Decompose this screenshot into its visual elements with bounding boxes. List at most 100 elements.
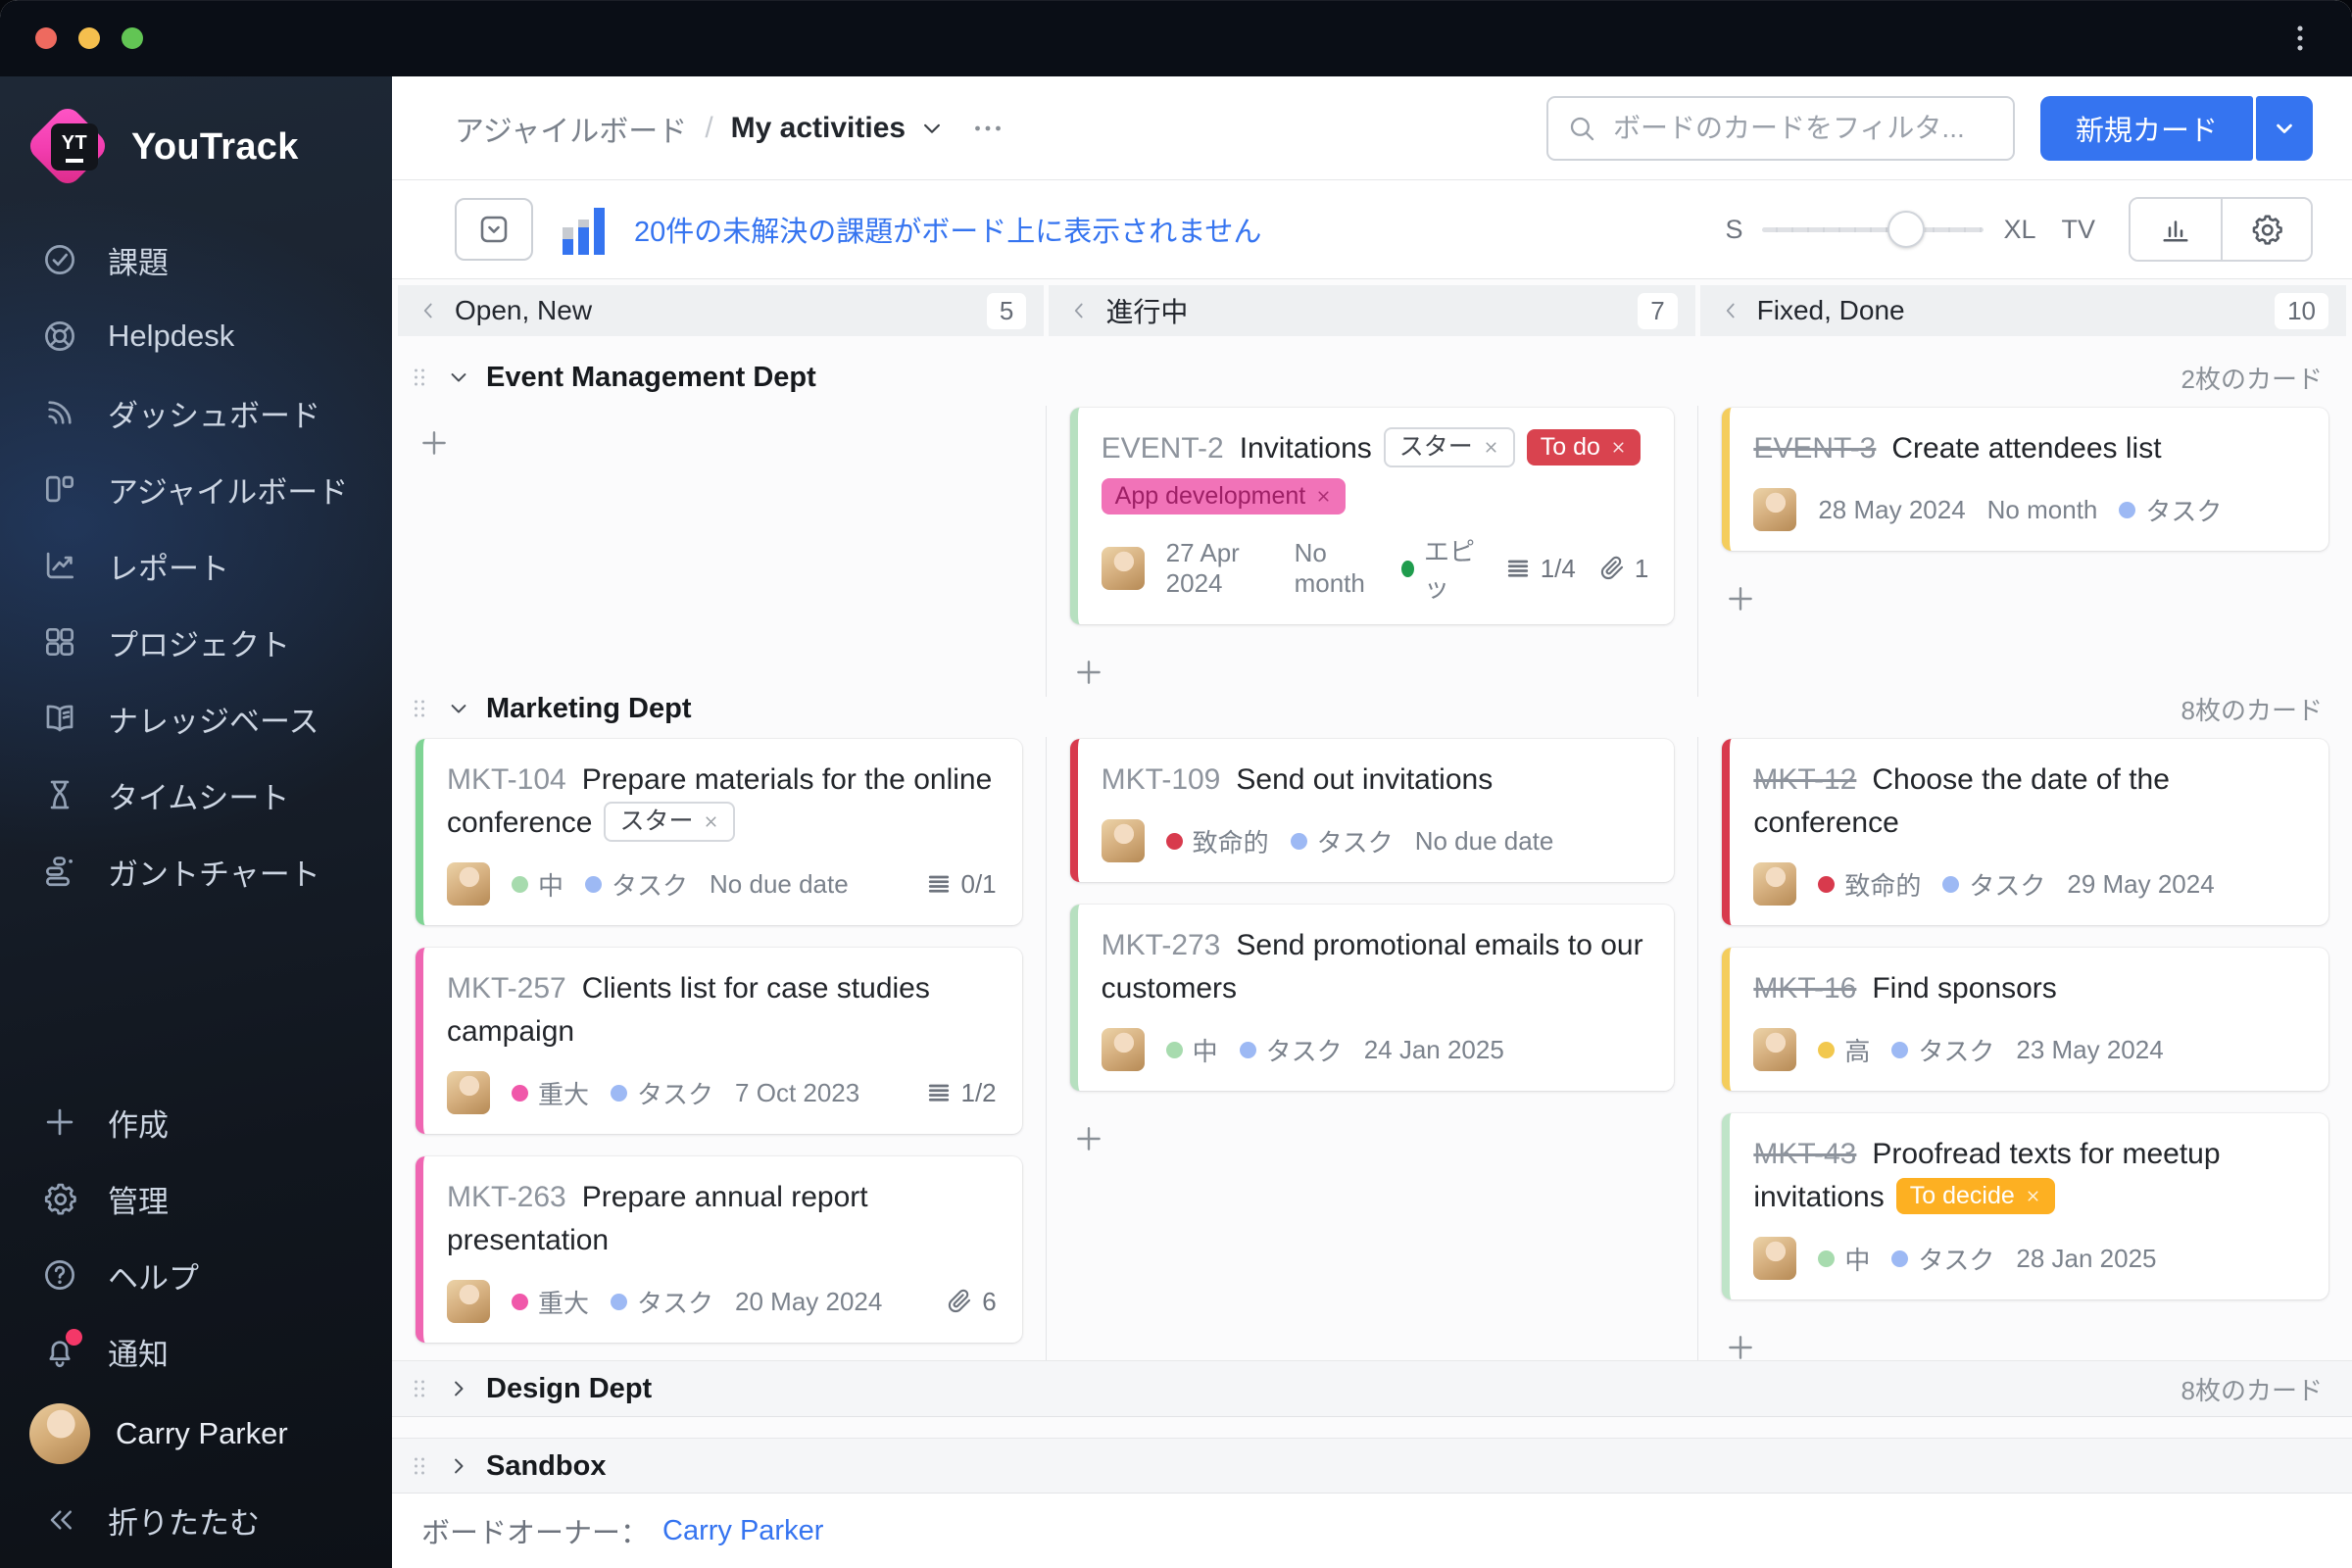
swimlane-card-count: 2枚のカード: [2180, 364, 2323, 394]
drag-handle-icon[interactable]: [408, 693, 431, 724]
sidebar-collapse-button[interactable]: 折りたたむ: [0, 1478, 392, 1562]
card-field: 致命的: [1165, 823, 1269, 859]
card-id[interactable]: MKT-257: [447, 972, 566, 1004]
close-icon[interactable]: [1610, 439, 1627, 456]
kebab-vertical-icon[interactable]: [2283, 22, 2317, 55]
tag-chip[interactable]: スター: [604, 802, 736, 842]
checklist-icon: [924, 1078, 954, 1107]
sidebar-item-projects[interactable]: プロジェクト: [0, 604, 392, 680]
chevron-down-icon[interactable]: [917, 114, 947, 143]
column-header: Fixed, Done 10: [1699, 285, 2346, 336]
sidebar-item-issues[interactable]: 課題: [0, 221, 392, 298]
swimlane-title[interactable]: Event Management Dept: [486, 362, 816, 394]
avatar: [1753, 1028, 1797, 1071]
board-card[interactable]: MKT-109 Send out invitations 致命的 タスク No due …: [1069, 739, 1675, 882]
card-date: No due date: [1414, 825, 1554, 856]
drag-handle-icon[interactable]: [408, 1373, 431, 1404]
board-card[interactable]: MKT-104 Prepare materials for the online …: [416, 739, 1022, 925]
close-icon[interactable]: [1483, 439, 1499, 456]
maximize-window-button[interactable]: [122, 27, 143, 49]
sidebar-item-dashboards[interactable]: ダッシュボード: [0, 374, 392, 451]
tag-chip[interactable]: スター: [1383, 427, 1515, 467]
field-chip[interactable]: To do: [1526, 429, 1641, 466]
board-card[interactable]: MKT-12 Choose the date of the conference 致…: [1722, 739, 2328, 925]
card-id[interactable]: EVENT-2: [1102, 432, 1224, 465]
unresolved-issues-link[interactable]: 20件の未解決の課題がボード上に表示されません: [634, 209, 1261, 250]
chevron-left-icon[interactable]: [1066, 298, 1092, 323]
more-options-icon[interactable]: [970, 111, 1005, 146]
card-id[interactable]: MKT-16: [1753, 972, 1856, 1004]
swimlane-title[interactable]: Marketing Dept: [486, 693, 691, 725]
breadcrumb-parent[interactable]: アジャイルボード: [455, 107, 687, 150]
board-card[interactable]: MKT-257 Clients list for case studies cam…: [416, 948, 1022, 1134]
drag-handle-icon[interactable]: [408, 362, 431, 393]
drag-handle-icon[interactable]: [408, 1450, 431, 1482]
board-settings-button[interactable]: [2221, 199, 2311, 260]
new-card-dropdown-button[interactable]: [2256, 95, 2313, 161]
board-card[interactable]: EVENT-3 Create attendees list 28 May 2024 N…: [1722, 408, 2328, 551]
swimlane-title[interactable]: Design Dept: [486, 1373, 652, 1405]
card-id[interactable]: MKT-12: [1753, 763, 1856, 796]
board-card[interactable]: MKT-43 Proofread texts for meetup invitat…: [1722, 1113, 2328, 1299]
sidebar-item-agile-boards[interactable]: アジャイルボード: [0, 451, 392, 527]
minimize-window-button[interactable]: [78, 27, 100, 49]
card-title: Create attendees list: [1891, 432, 2162, 465]
add-card-button[interactable]: [1724, 579, 1763, 618]
column-header: Open, New 5: [398, 285, 1045, 336]
board-search: [1545, 95, 2015, 161]
sidebar-item-knowledge-base[interactable]: ナレッジベース: [0, 680, 392, 757]
sidebar-user[interactable]: Carry Parker: [0, 1390, 392, 1478]
board-chart-button[interactable]: [2131, 199, 2221, 260]
board-title[interactable]: My activities: [731, 112, 906, 145]
sidebar: YT YouTrack 課題 Helpdesk ダッシュボード アジャイルボードレポー…: [0, 76, 392, 1568]
sidebar-item-reports[interactable]: レポート: [0, 527, 392, 604]
chevron-down-icon[interactable]: [445, 364, 472, 391]
card-field: 重大: [512, 1075, 589, 1111]
lifebuoy-icon: [41, 318, 78, 355]
sidebar-item-notifications[interactable]: 通知: [0, 1313, 392, 1390]
sidebar-item-gantt-charts[interactable]: ガントチャート: [0, 833, 392, 909]
board-card[interactable]: MKT-273 Send promotional emails to our cu…: [1069, 905, 1675, 1091]
sidebar-item-helpdesk[interactable]: Helpdesk: [0, 298, 392, 374]
search-input[interactable]: [1610, 111, 1995, 145]
board-footer: ボードオーナー： Carry Parker: [392, 1493, 2352, 1568]
slider-track[interactable]: [1762, 227, 1984, 232]
board-card[interactable]: MKT-263 Prepare annual report presentatio…: [416, 1156, 1022, 1343]
board-card[interactable]: EVENT-2 Invitations スター To do App developmen…: [1069, 408, 1675, 624]
avatar: [447, 1071, 490, 1114]
card-size-slider[interactable]: [1762, 211, 1984, 248]
sidebar-item-help[interactable]: ヘルプ: [0, 1237, 392, 1313]
chevron-left-icon[interactable]: [1718, 298, 1743, 323]
card-id[interactable]: MKT-104: [447, 763, 566, 796]
close-icon[interactable]: [2025, 1188, 2041, 1204]
tv-mode-button[interactable]: TV: [2061, 215, 2095, 245]
close-window-button[interactable]: [35, 27, 57, 49]
chevron-right-icon[interactable]: [445, 1375, 472, 1402]
card-id[interactable]: MKT-43: [1753, 1138, 1856, 1170]
slider-thumb[interactable]: [1887, 211, 1926, 248]
sidebar-item-administration[interactable]: 管理: [0, 1160, 392, 1237]
sidebar-item-timesheets[interactable]: タイムシート: [0, 757, 392, 833]
close-icon[interactable]: [703, 813, 719, 830]
card-id[interactable]: MKT-273: [1102, 929, 1221, 961]
field-chip[interactable]: To decide: [1895, 1178, 2055, 1214]
board-owner-link[interactable]: Carry Parker: [662, 1515, 823, 1547]
card-id[interactable]: MKT-109: [1102, 763, 1221, 796]
chevron-right-icon[interactable]: [445, 1452, 472, 1480]
new-card-button[interactable]: 新規カード: [2039, 95, 2253, 161]
chevron-left-icon[interactable]: [416, 298, 441, 323]
hide-orphans-button[interactable]: [455, 198, 533, 261]
add-card-button[interactable]: [417, 423, 457, 463]
chevron-down-icon[interactable]: [445, 695, 472, 722]
card-id[interactable]: EVENT-3: [1753, 432, 1876, 465]
sidebar-item-create[interactable]: 作成: [0, 1084, 392, 1160]
check-circle-icon: [41, 241, 78, 278]
swimlane-title[interactable]: Sandbox: [486, 1450, 606, 1483]
card-id[interactable]: MKT-263: [447, 1181, 566, 1213]
app-logo[interactable]: YT YouTrack: [0, 76, 392, 208]
add-card-button[interactable]: [1072, 1119, 1111, 1158]
board-card[interactable]: MKT-16 Find sponsors 高タスク 23 May 2024: [1722, 948, 2328, 1091]
close-icon[interactable]: [1315, 488, 1332, 505]
sidebar-item-label: レポート: [108, 551, 229, 586]
field-chip[interactable]: App development: [1101, 478, 1347, 514]
